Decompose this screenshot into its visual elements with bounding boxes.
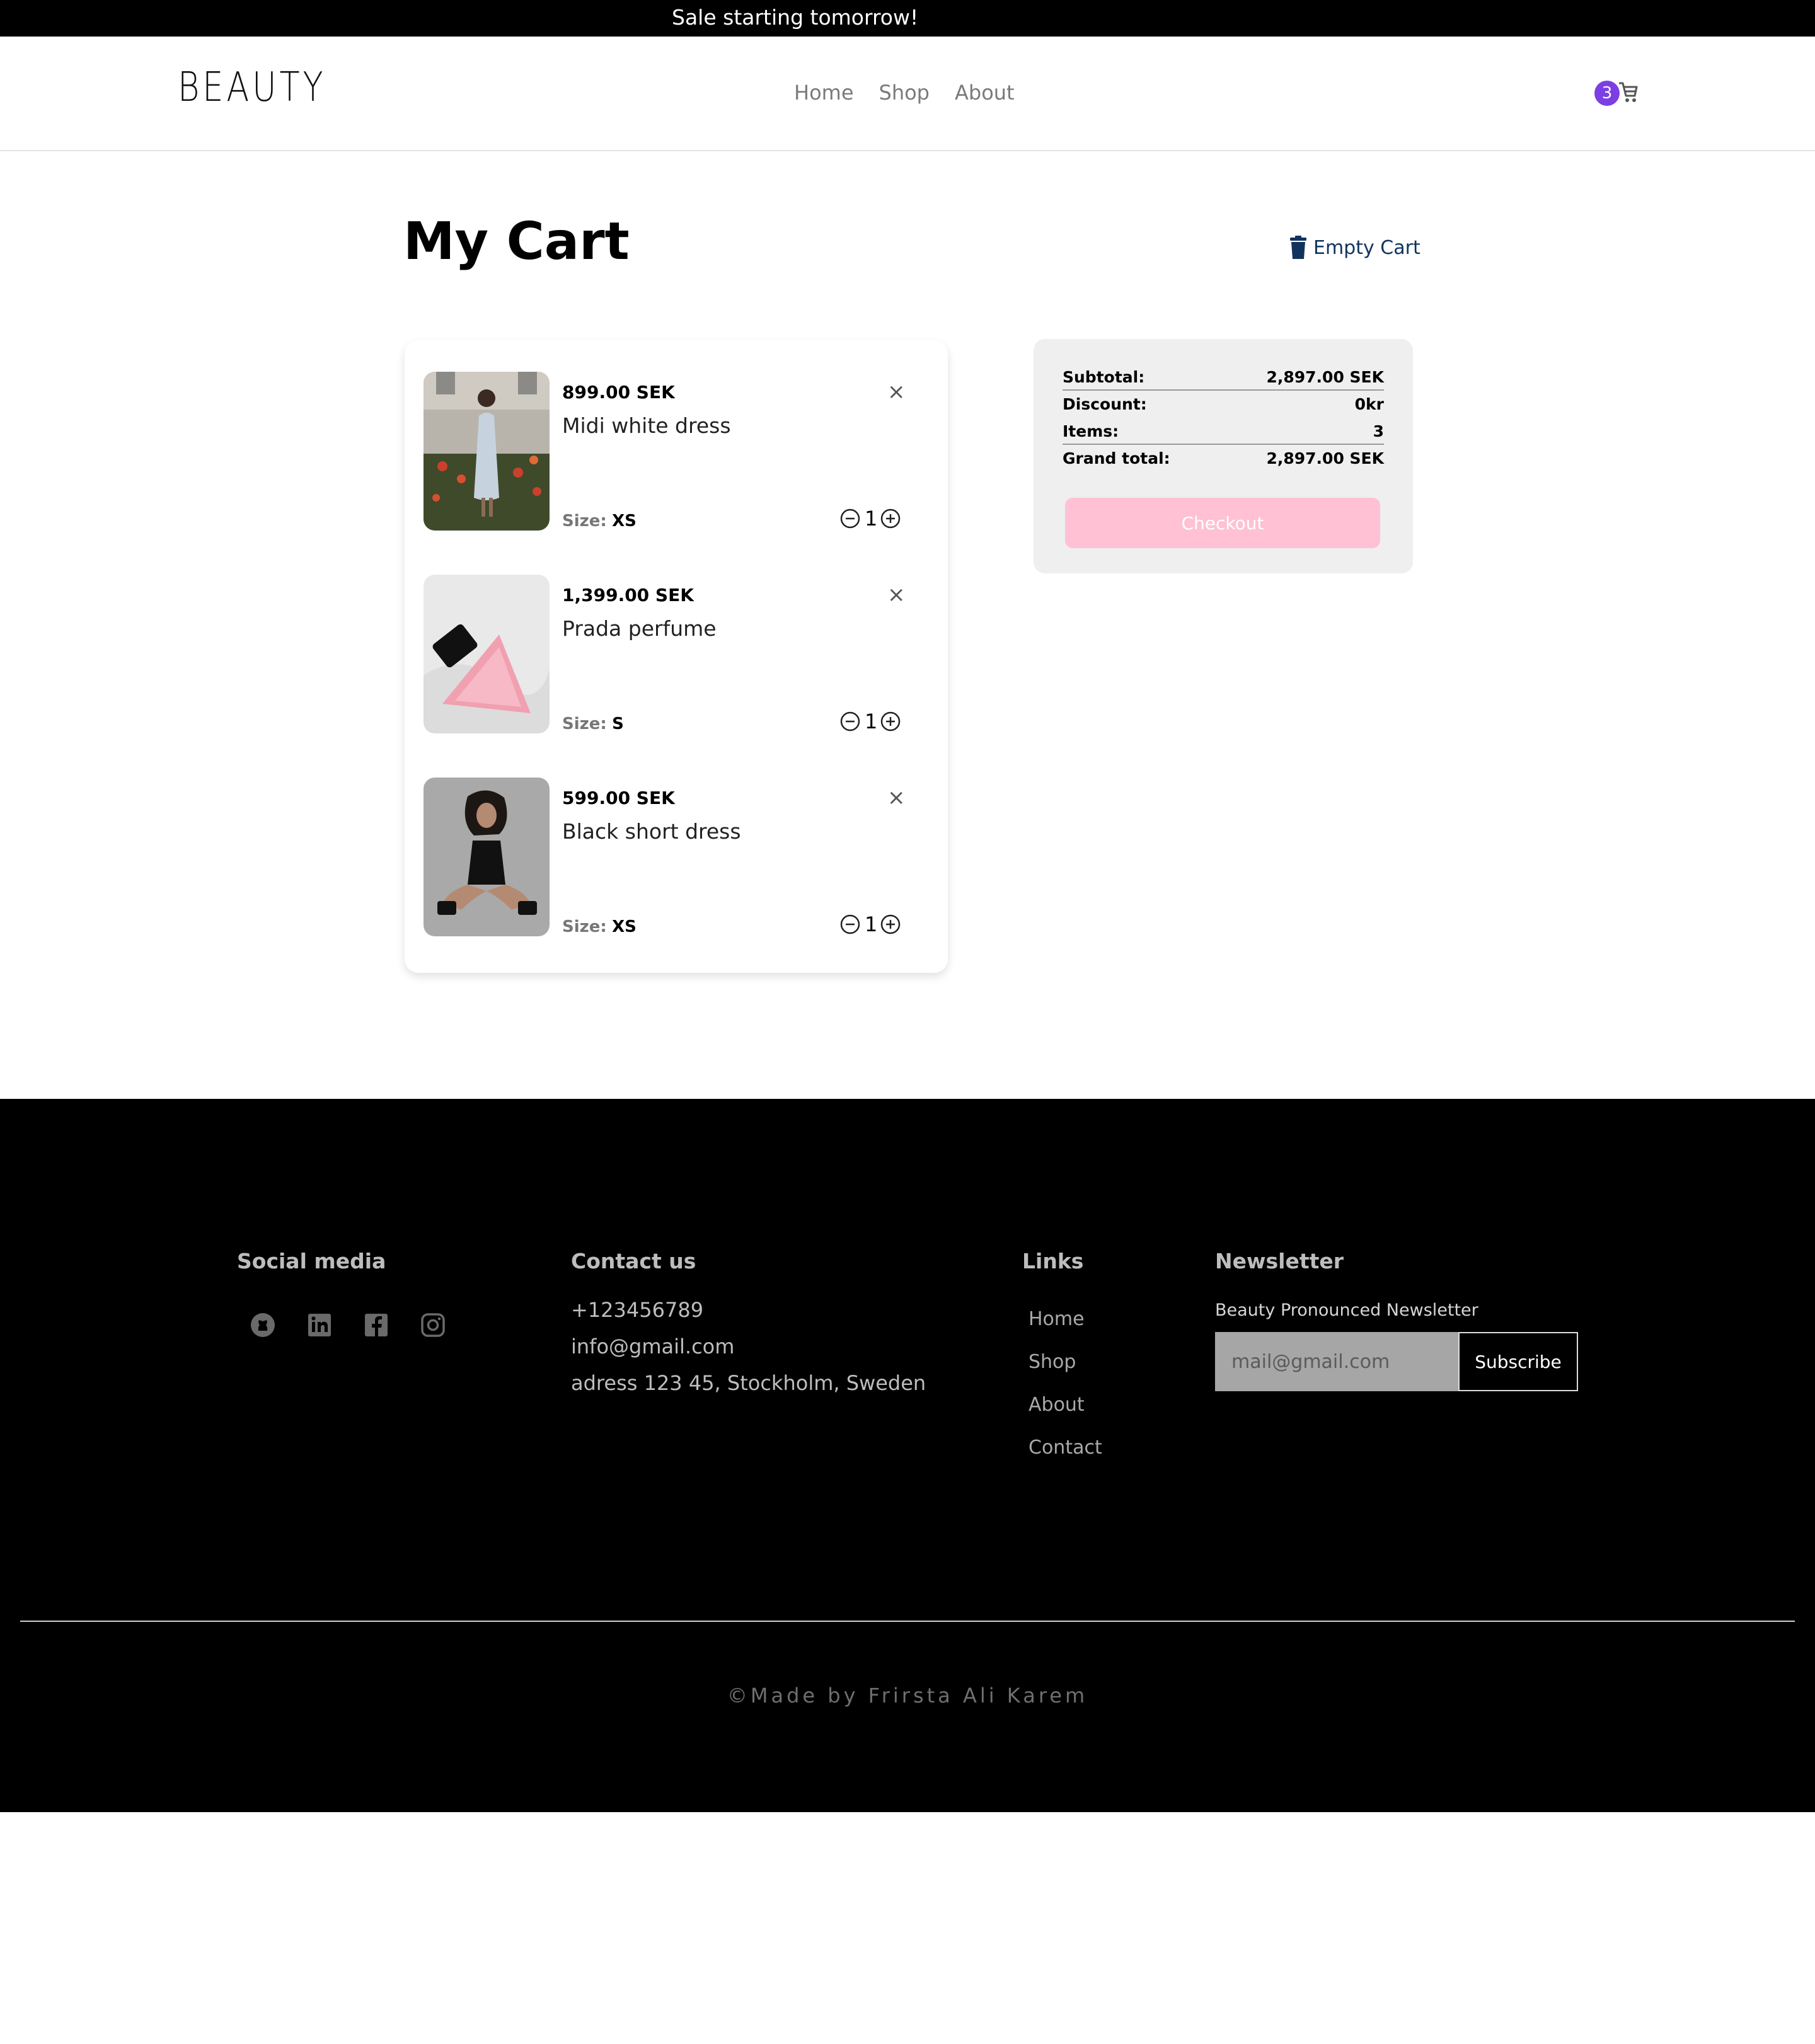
grand-total-value: 2,897.00 SEK bbox=[1266, 449, 1384, 468]
items-label: Items: bbox=[1063, 422, 1119, 440]
quantity-stepper: 1 bbox=[839, 912, 901, 936]
subtotal-label: Subtotal: bbox=[1063, 368, 1145, 386]
github-icon[interactable] bbox=[250, 1312, 276, 1338]
social-title: Social media bbox=[237, 1249, 386, 1273]
footer-link-contact[interactable]: Contact bbox=[1028, 1437, 1102, 1459]
items-row: Items: 3 bbox=[1063, 422, 1384, 440]
footer-link-about[interactable]: About bbox=[1028, 1394, 1085, 1416]
quantity-value: 1 bbox=[865, 912, 878, 936]
cart-items-card: 899.00 SEK Midi white dress Size: XS × 1… bbox=[405, 340, 948, 973]
item-size: Size: XS bbox=[562, 512, 637, 531]
size-label: Size: bbox=[562, 917, 607, 936]
newsletter-label: Beauty Pronounced Newsletter bbox=[1215, 1300, 1478, 1320]
size-label: Size: bbox=[562, 512, 607, 531]
item-price: 599.00 SEK bbox=[562, 788, 675, 808]
item-price: 899.00 SEK bbox=[562, 382, 675, 403]
facebook-icon[interactable] bbox=[363, 1312, 389, 1338]
contact-phone: +123456789 bbox=[571, 1298, 704, 1322]
quantity-value: 1 bbox=[865, 709, 878, 733]
cart-icon bbox=[1619, 82, 1638, 102]
contact-title: Contact us bbox=[571, 1249, 696, 1273]
size-value: XS bbox=[612, 512, 637, 531]
minus-circle-icon[interactable] bbox=[839, 508, 861, 529]
discount-row: Discount: 0kr bbox=[1063, 395, 1384, 413]
contact-address: adress 123 45, Stockholm, Sweden bbox=[571, 1371, 926, 1395]
item-size: Size: XS bbox=[562, 917, 637, 936]
item-price: 1,399.00 SEK bbox=[562, 585, 694, 606]
summary-divider bbox=[1063, 444, 1384, 445]
nav-home[interactable]: Home bbox=[794, 81, 854, 105]
footer-link-shop[interactable]: Shop bbox=[1028, 1351, 1076, 1373]
checkout-button[interactable]: Checkout bbox=[1065, 498, 1380, 548]
remove-item-button[interactable]: × bbox=[887, 379, 906, 405]
minus-circle-icon[interactable] bbox=[839, 914, 861, 935]
subtotal-row: Subtotal: 2,897.00 SEK bbox=[1063, 368, 1384, 386]
site-footer: Social media Contact us +123456789 info@… bbox=[0, 1099, 1815, 1812]
contact-email: info@gmail.com bbox=[571, 1335, 735, 1358]
subtotal-value: 2,897.00 SEK bbox=[1266, 368, 1384, 386]
product-image[interactable] bbox=[424, 372, 550, 531]
nav-shop[interactable]: Shop bbox=[879, 81, 930, 105]
grand-total-label: Grand total: bbox=[1063, 449, 1170, 468]
remove-item-button[interactable]: × bbox=[887, 582, 906, 607]
nav-about[interactable]: About bbox=[955, 81, 1015, 105]
item-name[interactable]: Midi white dress bbox=[562, 413, 731, 438]
product-image[interactable] bbox=[424, 575, 550, 733]
quantity-value: 1 bbox=[865, 507, 878, 531]
discount-value: 0kr bbox=[1354, 395, 1384, 413]
social-links bbox=[250, 1312, 446, 1338]
size-value: S bbox=[612, 715, 624, 733]
newsletter-title: Newsletter bbox=[1215, 1249, 1344, 1273]
logo[interactable]: BEAUTY bbox=[178, 64, 326, 111]
product-image[interactable] bbox=[424, 778, 550, 936]
linkedin-icon[interactable] bbox=[306, 1312, 333, 1338]
remove-item-button[interactable]: × bbox=[887, 785, 906, 810]
size-value: XS bbox=[612, 917, 637, 936]
item-name[interactable]: Black short dress bbox=[562, 819, 741, 844]
cart-button[interactable]: 3 bbox=[1594, 77, 1639, 108]
minus-circle-icon[interactable] bbox=[839, 711, 861, 732]
subscribe-button[interactable]: Subscribe bbox=[1458, 1332, 1578, 1391]
items-value: 3 bbox=[1373, 422, 1384, 440]
empty-cart-button[interactable]: Empty Cart bbox=[1289, 236, 1420, 260]
instagram-icon[interactable] bbox=[420, 1312, 446, 1338]
size-label: Size: bbox=[562, 715, 607, 733]
cart-item: 1,399.00 SEK Prada perfume Size: S × 1 bbox=[424, 575, 930, 733]
cart-item: 599.00 SEK Black short dress Size: XS × … bbox=[424, 778, 930, 936]
announcement-bar: Sale starting tomorrow! bbox=[0, 0, 1815, 37]
order-summary: Subtotal: 2,897.00 SEK Discount: 0kr Ite… bbox=[1034, 339, 1413, 573]
plus-circle-icon[interactable] bbox=[880, 508, 901, 529]
quantity-stepper: 1 bbox=[839, 507, 901, 531]
grand-total-row: Grand total: 2,897.00 SEK bbox=[1063, 449, 1384, 468]
cart-count-badge: 3 bbox=[1594, 81, 1620, 106]
item-size: Size: S bbox=[562, 715, 624, 733]
plus-circle-icon[interactable] bbox=[880, 711, 901, 732]
copyright-text: ©Made by Frirsta Ali Karem bbox=[727, 1684, 1088, 1708]
page-title: My Cart bbox=[403, 212, 630, 272]
plus-circle-icon[interactable] bbox=[880, 914, 901, 935]
empty-cart-label: Empty Cart bbox=[1313, 236, 1420, 259]
discount-label: Discount: bbox=[1063, 395, 1147, 413]
newsletter-email-input[interactable] bbox=[1215, 1332, 1458, 1391]
footer-link-home[interactable]: Home bbox=[1028, 1308, 1085, 1330]
cart-item: 899.00 SEK Midi white dress Size: XS × 1 bbox=[424, 372, 930, 531]
footer-divider bbox=[20, 1621, 1795, 1622]
links-title: Links bbox=[1022, 1249, 1084, 1273]
main-nav: Home Shop About bbox=[794, 81, 1015, 105]
announcement-text: Sale starting tomorrow! bbox=[672, 5, 919, 30]
site-header: BEAUTY Home Shop About 3 bbox=[0, 37, 1815, 151]
trash-icon bbox=[1290, 236, 1306, 259]
quantity-stepper: 1 bbox=[839, 709, 901, 733]
summary-divider bbox=[1063, 389, 1384, 391]
item-name[interactable]: Prada perfume bbox=[562, 616, 717, 641]
